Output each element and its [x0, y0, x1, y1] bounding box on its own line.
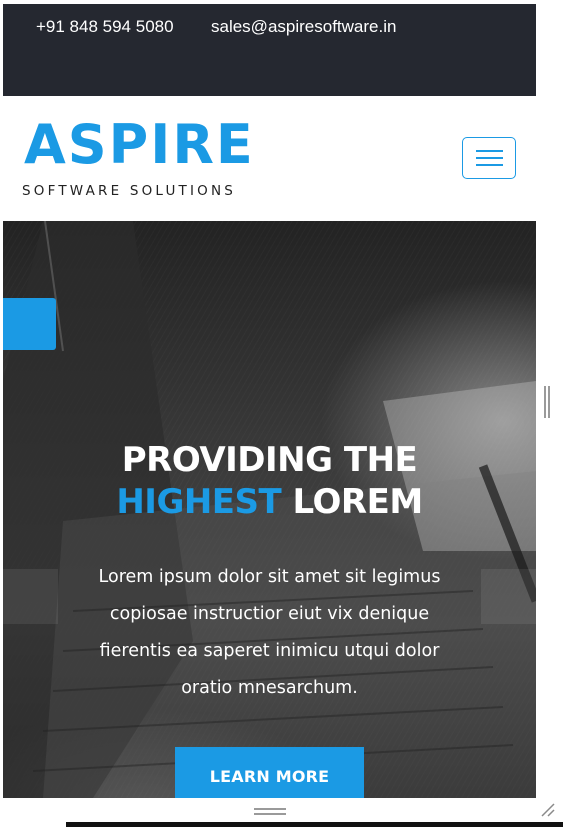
logo-tagline: SOFTWARE SOLUTIONS — [22, 183, 237, 199]
resize-grip-icon[interactable] — [539, 801, 557, 819]
learn-more-button[interactable]: LEARN MORE — [175, 747, 364, 798]
menu-toggle-button[interactable] — [462, 137, 516, 179]
slider-prev-button[interactable] — [3, 569, 58, 624]
contact-topbar: +91 848 594 5080 sales@aspiresoftware.in — [3, 4, 536, 96]
slider-next-button[interactable] — [481, 569, 536, 624]
horizontal-resize-handle[interactable] — [254, 808, 286, 816]
headline-line-2: HIGHEST LOREM — [3, 481, 536, 523]
headline-line-1: PROVIDING THE — [121, 440, 418, 480]
email-address[interactable]: sales@aspiresoftware.in — [211, 17, 396, 37]
phone-number[interactable]: +91 848 594 5080 — [36, 17, 174, 37]
logo-title: ASPIRE — [24, 113, 255, 176]
bottom-edge-strip — [66, 822, 563, 827]
hero-slider: PROVIDING THE HIGHEST LOREM Lorem ipsum … — [3, 221, 536, 798]
headline-rest: LOREM — [281, 482, 424, 522]
slide-accent-tab — [3, 298, 56, 350]
hero-headline: PROVIDING THE HIGHEST LOREM — [3, 439, 536, 523]
viewport-frame: +91 848 594 5080 sales@aspiresoftware.in… — [3, 4, 536, 798]
hero-description: Lorem ipsum dolor sit amet sit legimus c… — [98, 567, 441, 698]
vertical-resize-handle[interactable] — [544, 386, 550, 418]
headline-highlight: HIGHEST — [116, 482, 282, 522]
site-header: ASPIRE SOFTWARE SOLUTIONS — [3, 96, 536, 221]
